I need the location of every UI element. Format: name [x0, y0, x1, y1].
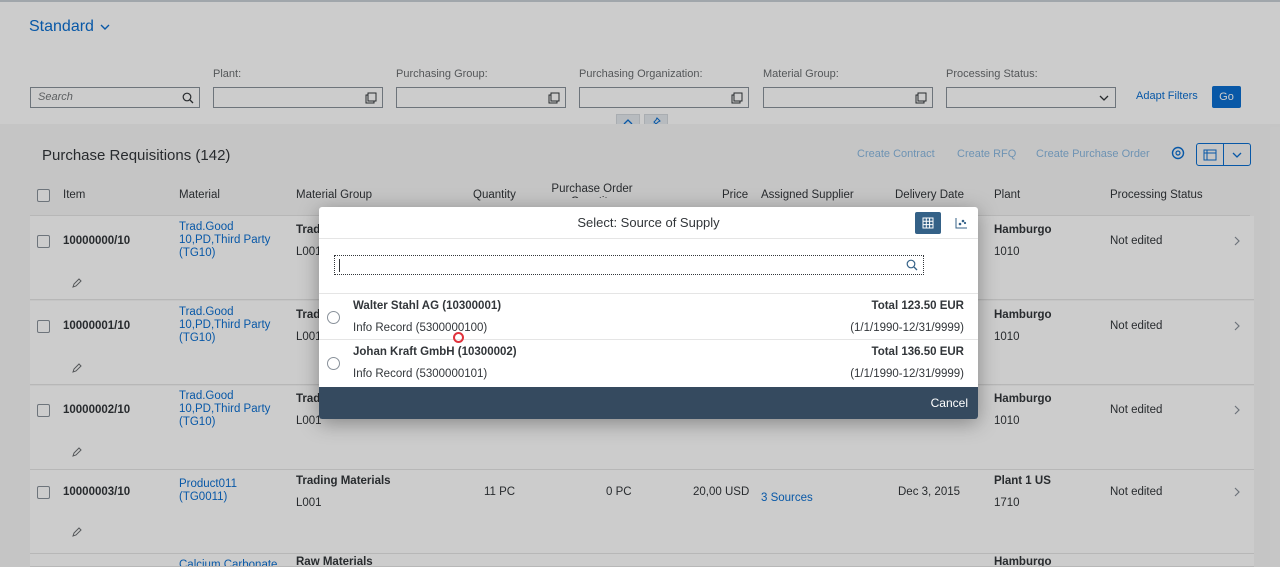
chart-view-button[interactable]: [948, 212, 974, 234]
supplier-name: Johan Kraft GmbH (10300002): [353, 346, 517, 358]
text-cursor: [339, 259, 340, 272]
supplier-name: Walter Stahl AG (10300001): [353, 300, 502, 312]
table-view-button[interactable]: [915, 212, 941, 234]
supplier-radio[interactable]: [327, 357, 340, 370]
click-indicator: [453, 332, 464, 343]
info-record: Info Record (5300000101): [353, 368, 488, 380]
dialog-search-input[interactable]: [334, 255, 924, 275]
info-record: Info Record (5300000100): [353, 322, 488, 334]
validity-range: (1/1/1990-12/31/9999): [850, 368, 964, 380]
search-icon[interactable]: [906, 259, 918, 271]
cancel-button[interactable]: Cancel: [931, 396, 968, 410]
supplier-total: Total 123.50 EUR: [871, 300, 964, 312]
validity-range: (1/1/1990-12/31/9999): [850, 322, 964, 334]
dialog-title: Select: Source of Supply: [319, 207, 978, 239]
table-view-icon: [922, 217, 934, 229]
chart-view-icon: [955, 218, 967, 229]
list-item[interactable]: Walter Stahl AG (10300001) Info Record (…: [319, 293, 978, 339]
source-of-supply-dialog: Select: Source of Supply Walter Stahl AG…: [319, 207, 978, 419]
supplier-list: Walter Stahl AG (10300001) Info Record (…: [319, 293, 978, 385]
supplier-radio[interactable]: [327, 311, 340, 324]
list-item[interactable]: Johan Kraft GmbH (10300002) Info Record …: [319, 339, 978, 385]
supplier-total: Total 136.50 EUR: [871, 346, 964, 358]
dialog-footer: Cancel: [319, 387, 978, 419]
